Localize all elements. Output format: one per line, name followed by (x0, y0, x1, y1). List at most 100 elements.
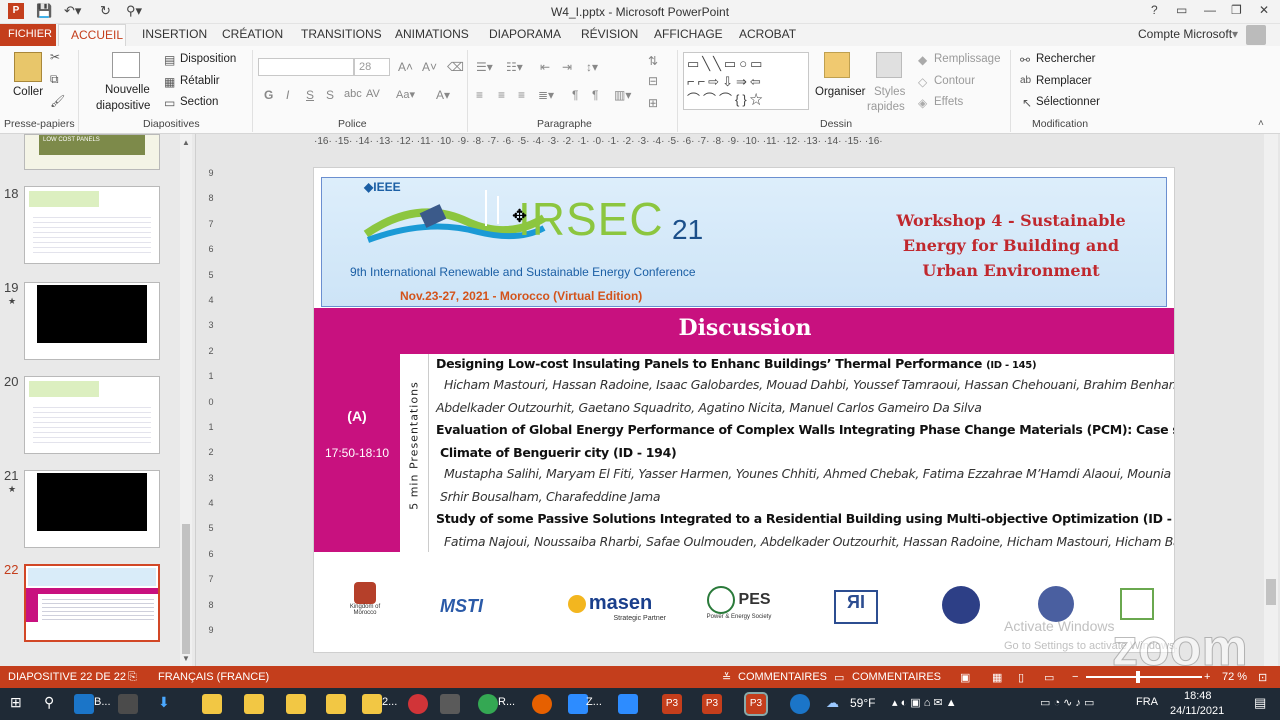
slide-canvas[interactable]: ◆IEEE IRSEC 21 9th International Renewab… (313, 167, 1175, 653)
zoom-out-icon[interactable]: − (1072, 671, 1078, 683)
panel-scroll-thumb[interactable] (182, 524, 190, 654)
folder-icon-2[interactable] (244, 694, 264, 714)
bold-icon[interactable]: G (264, 88, 273, 102)
align-right-icon[interactable]: ≡ (518, 88, 525, 102)
zoom-slider-thumb[interactable] (1136, 671, 1140, 683)
reading-view-icon[interactable]: ▯ (1018, 671, 1024, 684)
replace-button[interactable]: Remplacer (1036, 75, 1092, 87)
store-icon[interactable] (118, 694, 138, 714)
account-dropdown-icon[interactable]: ▾ (1232, 27, 1238, 41)
shape-fill-button[interactable]: Remplissage (934, 53, 1000, 65)
font-family-select[interactable] (258, 58, 354, 76)
rtl-icon[interactable]: ¶ (592, 88, 598, 102)
slide-thumb-19[interactable] (24, 282, 160, 360)
windows-start-icon[interactable]: ⊞ (10, 694, 22, 711)
columns-icon[interactable]: ▥▾ (614, 88, 631, 102)
arrange-button[interactable]: Organiser (815, 86, 866, 98)
clock-date[interactable]: 24/11/2021 (1170, 705, 1224, 717)
find-button[interactable]: Rechercher (1036, 53, 1095, 65)
minimize-icon[interactable]: — (1204, 3, 1216, 17)
grow-font-icon[interactable]: A˄ (398, 60, 413, 74)
zoom-slider[interactable] (1086, 676, 1202, 678)
ribbon-display-icon[interactable]: ▭ (1176, 3, 1187, 17)
align-center-icon[interactable]: ≡ (498, 88, 505, 102)
powerpoint-task-icon-active[interactable]: P3 (744, 692, 768, 716)
close-icon[interactable]: ✕ (1259, 3, 1269, 17)
scroll-up-icon[interactable]: ▲ (182, 138, 190, 147)
font-color-icon[interactable]: A▾ (436, 88, 450, 102)
spellcheck-icon[interactable]: ⎘ (128, 671, 137, 684)
scroll-down-icon[interactable]: ▼ (182, 654, 190, 663)
zoom-level[interactable]: 72 % (1222, 671, 1247, 683)
spacing-icon[interactable]: AV (366, 88, 380, 100)
search-icon[interactable]: ⚲ (44, 694, 54, 711)
tab-acrobat[interactable]: ACROBAT (739, 27, 796, 41)
clock-time[interactable]: 18:48 (1184, 690, 1212, 702)
chrome-label[interactable]: R... (498, 696, 515, 708)
format-painter-icon[interactable]: 🖌 (50, 94, 65, 108)
edge-label[interactable]: B... (94, 696, 111, 708)
fit-slide-icon[interactable]: ⊡ (1258, 671, 1267, 684)
input-language[interactable]: FRA (1136, 696, 1158, 708)
new-slide-icon[interactable] (112, 52, 140, 78)
notifications-icon[interactable]: ▤ (1254, 695, 1266, 711)
edge-icon[interactable] (74, 694, 94, 714)
normal-view-icon[interactable]: ▣ (960, 671, 970, 684)
avatar[interactable] (1246, 25, 1266, 45)
tab-affichage[interactable]: AFFICHAGE (654, 27, 723, 41)
firefox-icon[interactable] (532, 694, 552, 714)
folder-icon[interactable] (202, 694, 222, 714)
shape-outline-button[interactable]: Contour (934, 75, 975, 87)
italic-icon[interactable]: I (286, 88, 289, 102)
font-size-select[interactable]: 28 (354, 58, 390, 76)
folder-icon-5[interactable] (362, 694, 382, 714)
editor-scroll-thumb[interactable] (1266, 579, 1276, 605)
slide-thumb-17[interactable]: LOW COST PANELS (24, 134, 160, 170)
weather-icon[interactable]: ☁ (826, 695, 839, 711)
powerpoint-task-icon-2[interactable]: P3 (702, 694, 722, 714)
tab-creation[interactable]: CRÉATION (222, 27, 283, 41)
notes-icon[interactable]: ≚ (722, 671, 731, 684)
opera-icon[interactable] (408, 694, 428, 714)
weather-temp[interactable]: 59°F (850, 696, 875, 710)
help-app-icon[interactable] (790, 694, 810, 714)
layout-button[interactable]: Disposition (180, 53, 236, 65)
slideshow-icon[interactable]: ▭ (1044, 671, 1054, 684)
tab-animations[interactable]: ANIMATIONS (395, 27, 469, 41)
slide-thumb-22[interactable] (24, 564, 160, 642)
folder-icon-3[interactable] (286, 694, 306, 714)
text-direction-icon[interactable]: ⇅ (648, 54, 658, 68)
change-case-icon[interactable]: Aa▾ (396, 88, 415, 101)
align-text-icon[interactable]: ⊟ (648, 74, 658, 88)
account-button[interactable]: Compte Microsoft (1138, 27, 1232, 41)
comments-icon[interactable]: ▭ (834, 671, 844, 684)
chrome-icon[interactable] (478, 694, 498, 714)
paste-button[interactable]: Coller (13, 86, 43, 98)
app-icon[interactable] (440, 694, 460, 714)
increase-indent-icon[interactable]: ⇥ (562, 60, 572, 74)
tab-accueil[interactable]: ACCUEIL (58, 24, 126, 47)
bullets-icon[interactable]: ☰▾ (476, 60, 493, 74)
underline-icon[interactable]: S (306, 88, 314, 102)
network-icons[interactable]: ▭ ◔ ∿ ♪ ▭ (1040, 696, 1094, 709)
shape-effects-button[interactable]: Effets (934, 96, 963, 108)
strikethrough-icon[interactable]: abc (344, 88, 362, 100)
zoom-app-icon-2[interactable] (618, 694, 638, 714)
quick-styles-label[interactable]: Styles (874, 86, 905, 98)
language-status[interactable]: FRANÇAIS (FRANCE) (158, 671, 269, 683)
new-slide-label-2[interactable]: diapositive (96, 100, 150, 112)
shapes-gallery[interactable]: ▭╲╲▭○▭ ⌐⌐⇨⇩⇒⇦ ⌒⌒⌒{}☆ (683, 52, 809, 110)
slide-thumb-18[interactable] (24, 186, 160, 264)
zoom-app-label[interactable]: Z... (586, 696, 602, 708)
quick-styles-icon[interactable] (876, 52, 902, 78)
line-spacing-icon[interactable]: ↕▾ (586, 60, 598, 74)
slide-thumb-20[interactable] (24, 376, 160, 454)
select-button[interactable]: Sélectionner (1036, 96, 1100, 108)
tab-diaporama[interactable]: DIAPORAMA (489, 27, 561, 41)
align-left-icon[interactable]: ≡ (476, 88, 483, 102)
powerpoint-task-icon[interactable]: P3 (662, 694, 682, 714)
tab-insertion[interactable]: INSERTION (142, 27, 207, 41)
new-slide-label[interactable]: Nouvelle (105, 84, 150, 96)
editor-scrollbar[interactable] (1264, 134, 1278, 666)
comments-button[interactable]: COMMENTAIRES (852, 671, 941, 683)
